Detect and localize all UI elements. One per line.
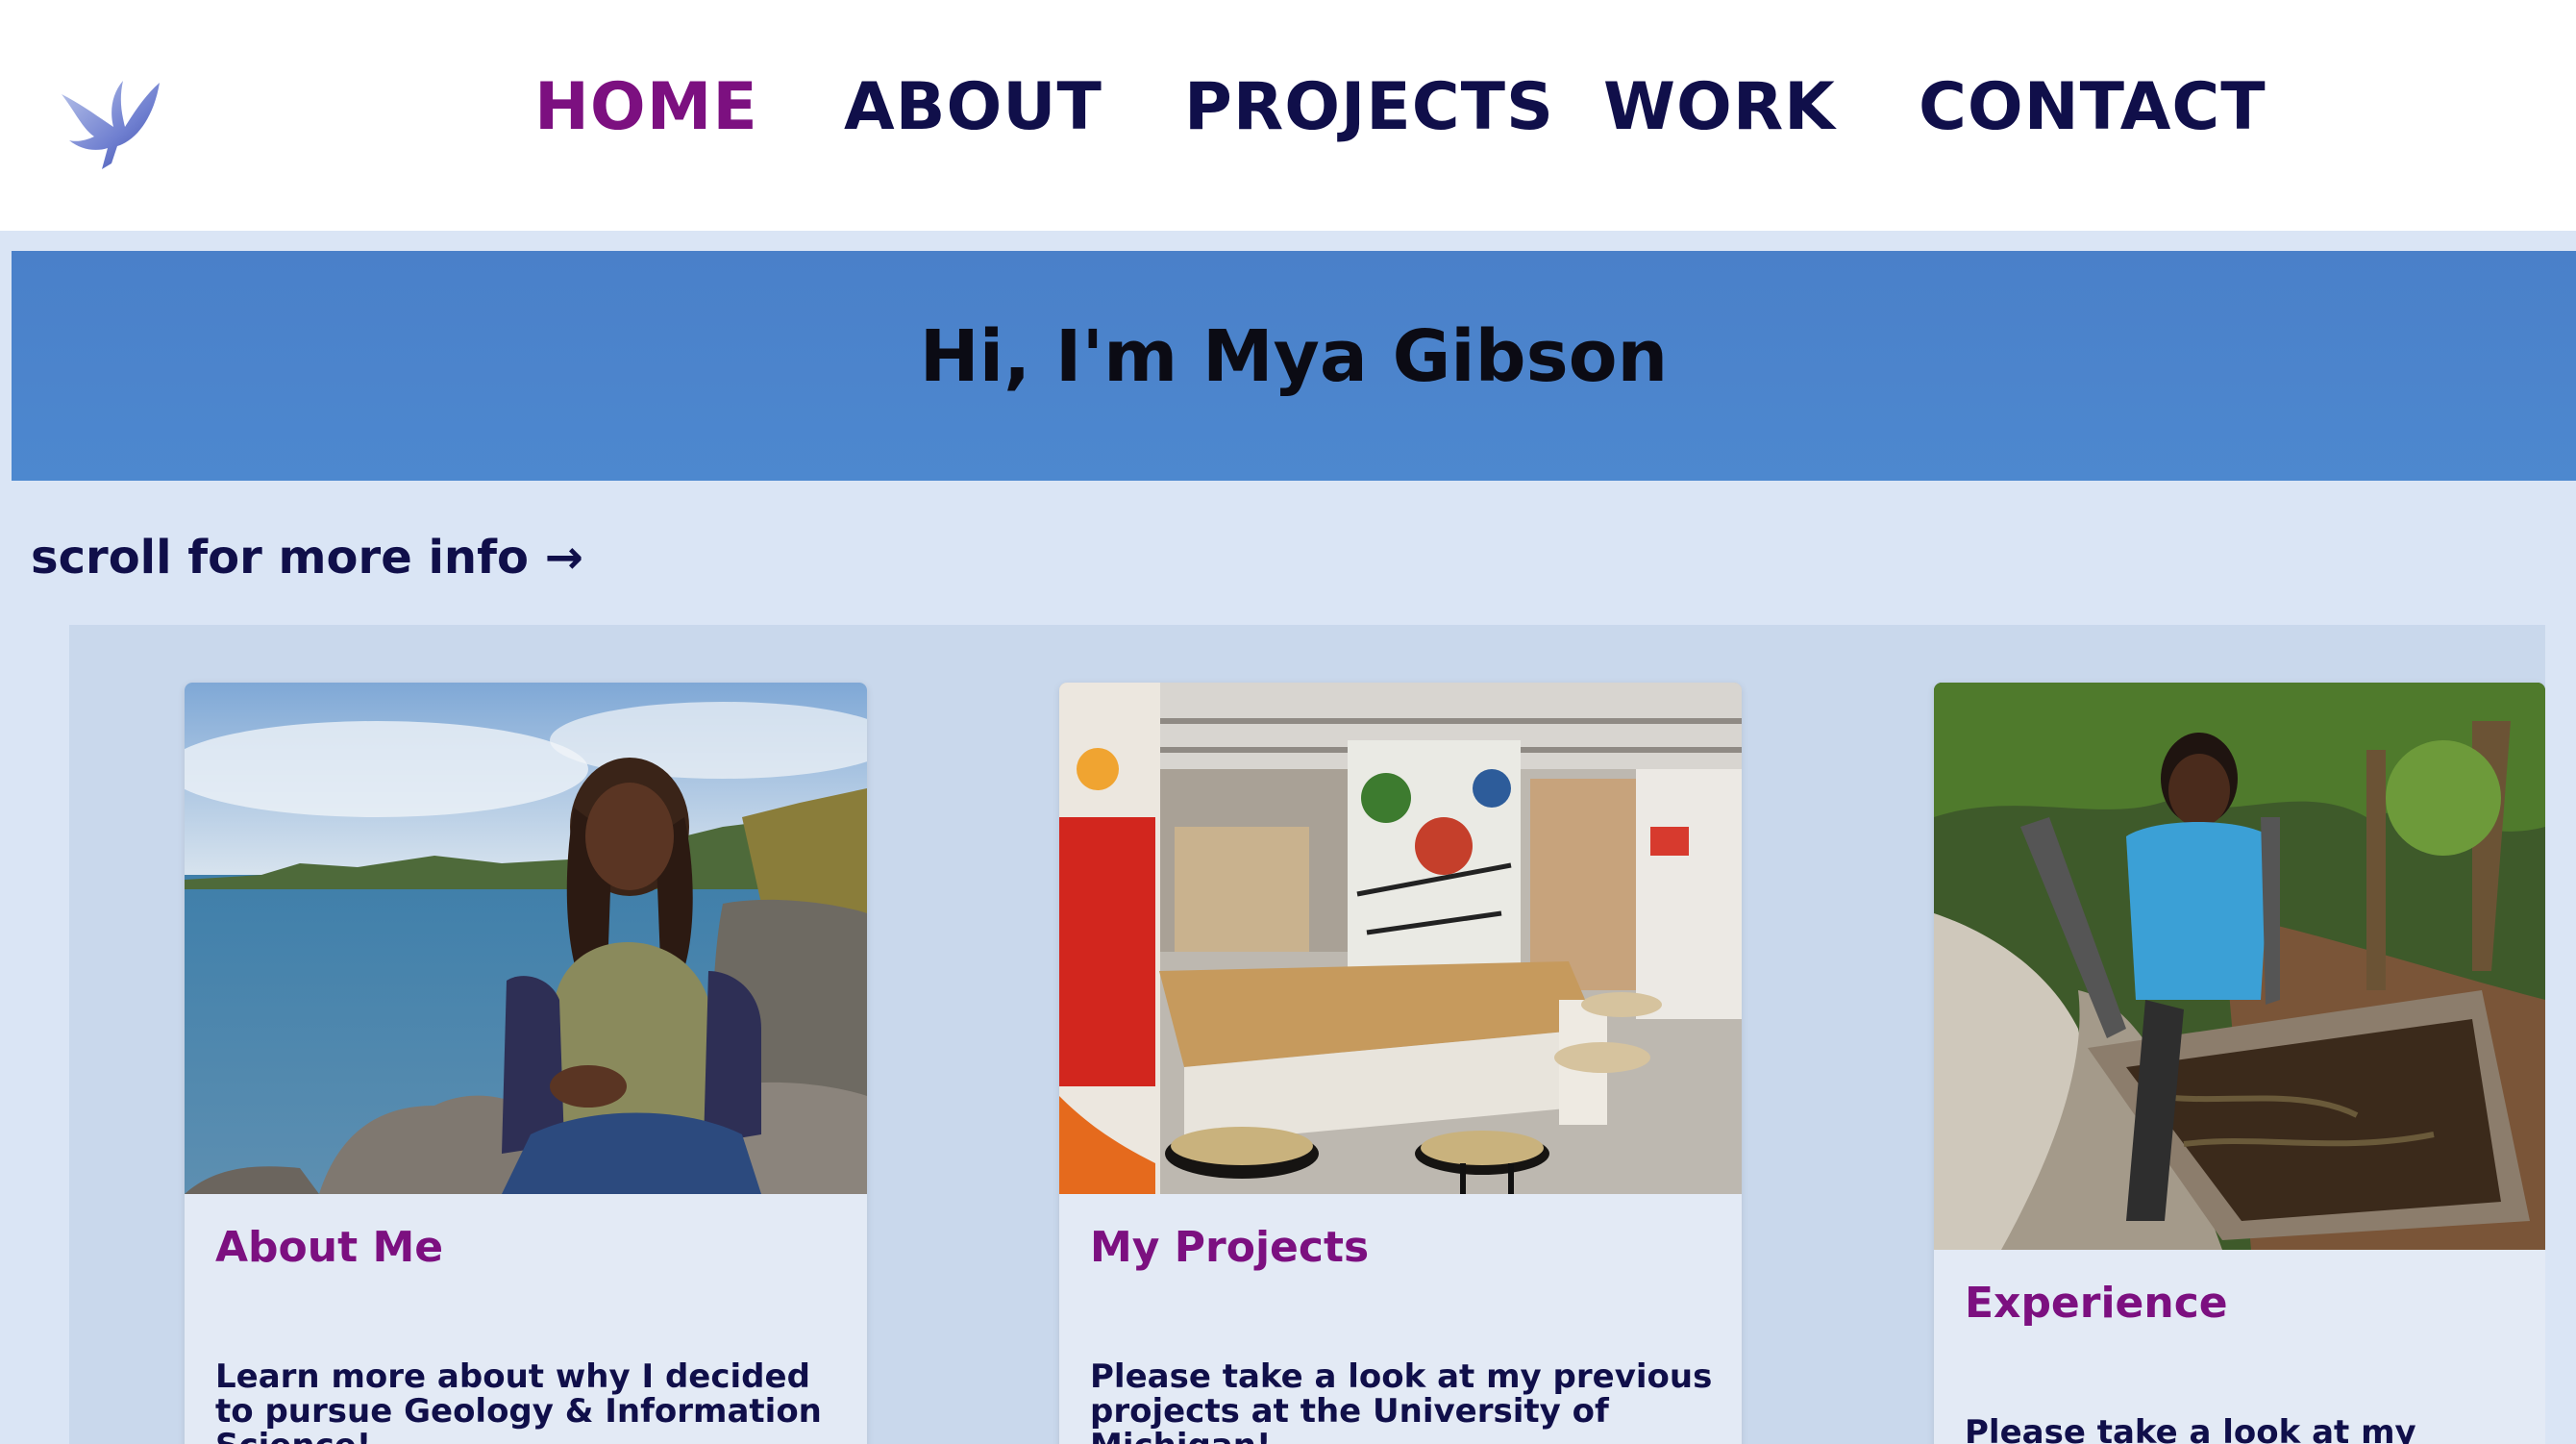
experience-card[interactable]: Experience Please take a look at my prev…: [1934, 683, 2545, 1444]
my-projects-card[interactable]: My Projects Please take a look at my pre…: [1059, 683, 1742, 1444]
experience-photo: [1934, 683, 2545, 1250]
experience-title[interactable]: Experience: [1965, 1279, 2228, 1328]
experience-text: Please take a look at my previous work e…: [1965, 1413, 2416, 1444]
nav-projects-link[interactable]: PROJECTS: [1184, 60, 1554, 156]
my-projects-photo: [1059, 683, 1742, 1194]
my-projects-text: Please take a look at my previous projec…: [1090, 1357, 1713, 1444]
header: HOME ABOUT PROJECTS WORK CONTACT: [0, 0, 2576, 231]
nav-home-link[interactable]: HOME: [534, 60, 758, 156]
about-me-title[interactable]: About Me: [215, 1223, 443, 1272]
about-me-card[interactable]: About Me Learn more about why I decided …: [185, 683, 867, 1444]
about-me-text: Learn more about why I decided to pursue…: [215, 1357, 822, 1444]
my-projects-title[interactable]: My Projects: [1090, 1223, 1369, 1272]
main-nav: HOME ABOUT PROJECTS WORK CONTACT: [0, 60, 2576, 156]
about-me-photo: [185, 683, 867, 1194]
scroll-hint: scroll for more info →: [31, 531, 583, 585]
nav-contact-link[interactable]: CONTACT: [1919, 60, 2266, 156]
hero-banner: Hi, I'm Mya Gibson: [12, 251, 2576, 481]
nav-work-link[interactable]: WORK: [1603, 60, 1836, 156]
cards-section: About Me Learn more about why I decided …: [69, 625, 2545, 1444]
nav-about-link[interactable]: ABOUT: [844, 60, 1102, 156]
hero-title: Hi, I'm Mya Gibson: [919, 315, 1669, 398]
